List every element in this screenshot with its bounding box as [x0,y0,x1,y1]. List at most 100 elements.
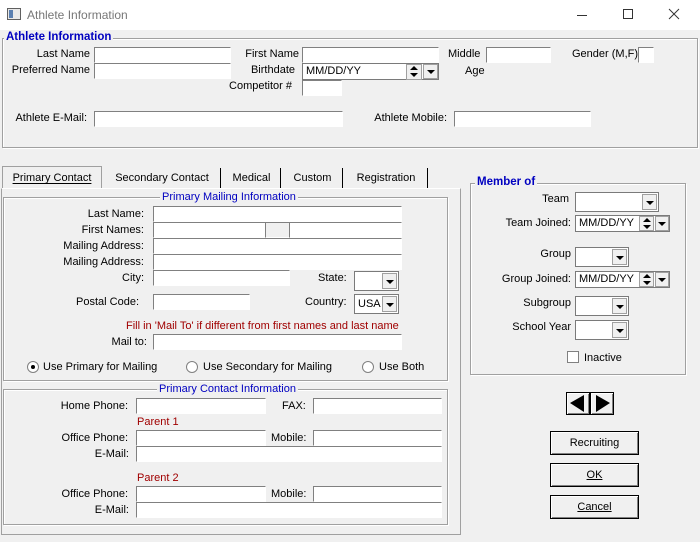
team-joined-value: MM/DD/YY [579,217,634,229]
mail-first-names-input-2[interactable] [265,222,290,238]
email-1-label: E-Mail: [94,448,129,460]
tab-registration[interactable]: Registration [345,168,428,188]
subgroup-label: Subgroup [523,297,571,309]
window-title: Athlete Information [27,8,128,22]
preferred-name-input[interactable] [94,63,231,79]
team-joined-dropdown-arrow[interactable] [655,216,669,231]
mail-last-name-input[interactable] [153,206,402,222]
mail-to-input[interactable] [153,334,402,350]
email-2-input[interactable] [136,502,442,518]
fax-label: FAX: [282,400,306,412]
gender-input[interactable] [638,47,654,63]
city-input[interactable] [153,270,290,286]
group-joined-spinner[interactable] [639,272,654,287]
mailing-address-2-input[interactable] [153,254,402,270]
recruiting-button[interactable]: Recruiting [550,431,639,455]
ok-button[interactable]: OK [550,463,639,487]
primary-contact-title: Primary Contact Information [157,383,298,396]
group-joined-value: MM/DD/YY [579,273,634,285]
chevron-down-icon [382,273,397,289]
group-joined-dropdown-arrow[interactable] [655,272,669,287]
country-dropdown[interactable]: USA [354,294,399,314]
athlete-first-name-input[interactable] [302,47,439,63]
postal-code-label: Postal Code: [76,296,139,308]
chevron-down-icon [382,296,397,312]
tab-primary-contact[interactable]: Primary Contact [2,166,102,189]
school-year-label: School Year [512,321,571,333]
mail-first-names-input-1[interactable] [153,222,266,238]
mail-first-names-label: First Names: [81,224,144,236]
close-icon[interactable] [666,6,682,22]
school-year-dropdown[interactable] [575,320,629,340]
parent1-label: Parent 1 [137,416,179,428]
chevron-down-icon [612,298,627,314]
use-primary-radio[interactable] [27,361,39,373]
birthdate-spinner[interactable] [406,64,422,80]
state-dropdown[interactable] [354,271,399,291]
birthdate-label: Birthdate [250,64,295,76]
mobile-2-input[interactable] [313,486,442,502]
mobile-1-label: Mobile: [271,432,307,444]
mobile-2-label: Mobile: [271,488,307,500]
team-joined-label: Team Joined: [505,217,571,229]
postal-code-input[interactable] [153,294,250,310]
home-phone-input[interactable] [136,398,266,414]
use-secondary-radio[interactable] [186,361,198,373]
team-dropdown[interactable] [575,192,659,212]
athlete-middle-input[interactable] [486,47,551,63]
mail-last-name-label: Last Name: [87,208,144,220]
first-name-label: First Name [245,48,299,60]
tab-custom[interactable]: Custom [283,168,343,188]
group-joined-label: Group Joined: [501,273,571,285]
office-phone-1-input[interactable] [136,430,266,446]
competitor-number-input[interactable] [302,80,342,96]
parent2-label: Parent 2 [137,472,179,484]
athlete-email-input[interactable] [94,111,343,127]
inactive-label: Inactive [584,352,622,364]
competitor-label: Competitor # [229,80,292,92]
mobile-1-input[interactable] [313,430,442,446]
email-1-input[interactable] [136,446,442,462]
use-both-radio[interactable] [362,361,374,373]
arrow-right-icon [596,395,610,412]
country-label: Country: [305,296,347,308]
next-record-button[interactable] [590,392,614,415]
office-phone-2-label: Office Phone: [61,488,128,500]
team-joined-spinner[interactable] [639,216,654,231]
member-of-title: Member of [475,176,538,189]
birthdate-value: MM/DD/YY [306,65,361,77]
birthdate-dropdown-arrow[interactable] [423,64,438,79]
inactive-checkbox[interactable] [567,351,579,363]
chevron-down-icon [642,194,657,210]
athlete-mobile-input[interactable] [454,111,591,127]
athlete-last-name-input[interactable] [94,47,231,63]
mail-to-label: Mail to: [111,336,147,348]
tab-secondary-contact[interactable]: Secondary Contact [104,168,221,188]
cancel-button[interactable]: Cancel [550,495,639,519]
home-phone-label: Home Phone: [60,400,128,412]
chevron-down-icon [612,322,627,338]
mailing-address-1-input[interactable] [153,238,402,254]
fax-input[interactable] [313,398,442,414]
office-phone-2-input[interactable] [136,486,266,502]
arrow-left-icon [570,395,584,412]
chevron-down-icon [612,249,627,265]
preferred-name-label: Preferred Name [11,64,90,76]
email-2-label: E-Mail: [94,504,129,516]
maximize-icon[interactable] [623,9,633,19]
use-primary-label: Use Primary for Mailing [43,361,158,373]
tab-medical[interactable]: Medical [223,168,281,188]
use-both-label: Use Both [379,361,425,373]
team-label: Team [542,193,569,205]
app-icon [7,8,21,20]
gender-label: Gender (M,F): [572,48,642,60]
group-dropdown[interactable] [575,247,629,267]
country-value: USA [358,298,381,310]
mail-first-names-input-3[interactable] [289,222,402,238]
previous-record-button[interactable] [566,392,590,415]
last-name-label: Last Name [36,48,90,60]
minimize-icon[interactable] [577,15,587,16]
athlete-email-label: Athlete E-Mail: [15,112,87,124]
mailing-address-1-label: Mailing Address: [63,240,144,252]
subgroup-dropdown[interactable] [575,296,629,316]
